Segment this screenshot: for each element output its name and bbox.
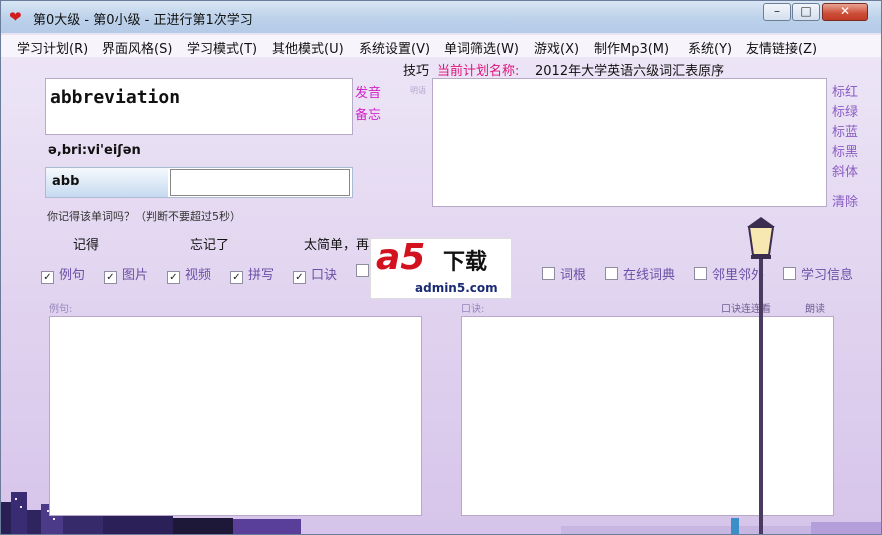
close-button[interactable]: ✕ [822, 3, 868, 21]
option-spelling[interactable]: ✓ 拼写 [230, 264, 275, 284]
option-online-dict[interactable]: 在线词典 [605, 264, 676, 283]
option-root[interactable]: 词根 [542, 264, 587, 283]
checkbox-rhyme[interactable]: ✓ [293, 271, 306, 284]
option-root-label: 词根 [560, 268, 587, 283]
checkbox-example[interactable]: ✓ [41, 271, 54, 284]
checkbox-neighbors[interactable] [694, 267, 707, 280]
menu-links[interactable]: 友情链接(Z) [746, 38, 817, 57]
menu-study-plan[interactable]: 学习计划(R) [17, 38, 88, 57]
current-plan-label: 当前计划名称: [437, 64, 520, 79]
heart-app-icon: ❤ [9, 8, 22, 26]
mark-black-button[interactable]: 标黑 [832, 141, 858, 160]
checkbox-hidden[interactable] [356, 264, 369, 277]
forgot-button[interactable]: 忘记了 [190, 234, 229, 253]
mark-blue-button[interactable]: 标蓝 [832, 121, 858, 140]
checkbox-online-dict[interactable] [605, 267, 618, 280]
option-rhyme-label: 口诀 [311, 268, 338, 283]
app-window: ❤ 第0大级 - 第0小级 - 正进行第1次学习 – □ ✕ 学习计划(R) 界… [0, 0, 882, 535]
menu-other-mode[interactable]: 其他模式(U) [272, 38, 344, 57]
a5-watermark: a5 下载 admin5.com [370, 237, 512, 299]
recall-question: 你记得该单词吗？（判断不要超过5秒） [47, 210, 241, 223]
notes-editor[interactable] [432, 78, 827, 207]
checkbox-root[interactable] [542, 267, 555, 280]
menu-study-mode[interactable]: 学习模式(T) [187, 38, 257, 57]
watermark-a5-logo: a5 [376, 237, 426, 278]
option-spelling-label: 拼写 [248, 268, 275, 283]
option-video[interactable]: ✓ 视频 [167, 264, 212, 284]
example-sentence-box[interactable] [49, 316, 422, 516]
menu-system[interactable]: 系统(Y) [688, 38, 732, 57]
watermark-url: admin5.com [415, 281, 498, 295]
menu-settings[interactable]: 系统设置(V) [359, 38, 430, 57]
maximize-button[interactable]: □ [792, 3, 820, 21]
spelling-area: abb [45, 167, 353, 198]
option-example[interactable]: ✓ 例句 [41, 264, 86, 284]
minimize-button[interactable]: – [763, 3, 791, 21]
option-example-label: 例句 [59, 268, 86, 283]
option-image[interactable]: ✓ 图片 [104, 264, 149, 284]
current-word: abbreviation [50, 87, 181, 108]
street-lamp-decoration [747, 217, 775, 534]
phonetic-text: ə,bri:vi'eiʃən [48, 143, 141, 158]
checkbox-video[interactable]: ✓ [167, 271, 180, 284]
rhyme-section-label: 口诀: [461, 304, 485, 315]
answer-input[interactable] [170, 169, 350, 196]
option-rhyme[interactable]: ✓ 口诀 [293, 264, 338, 284]
prefix-hint-box: abb [46, 168, 168, 197]
memo-link[interactable]: 备忘 [355, 104, 381, 123]
option-video-label: 视频 [185, 268, 212, 283]
pronounce-link[interactable]: 发音 [355, 82, 381, 101]
option-study-info-label: 学习信息 [801, 268, 854, 283]
main-panel: abbreviation 发音 备忘 ə,bri:vi'eiʃən abb 你记… [1, 57, 881, 534]
too-easy-button[interactable]: 太简单，再 [304, 234, 369, 253]
current-plan-name: 2012年大学英语六级词汇表原序 [535, 64, 725, 79]
menu-games[interactable]: 游戏(X) [534, 38, 579, 57]
option-study-info[interactable]: 学习信息 [783, 264, 854, 283]
remember-button[interactable]: 记得 [73, 234, 99, 253]
notes-tiny-label: 明语 [410, 86, 426, 95]
word-display: abbreviation [45, 78, 353, 135]
checkbox-study-info[interactable] [783, 267, 796, 280]
mark-red-button[interactable]: 标红 [832, 81, 858, 100]
example-section-label: 例句: [49, 304, 73, 315]
watermark-logo-text: 下载 [443, 250, 488, 275]
window-title: 第0大级 - 第0小级 - 正进行第1次学习 [33, 13, 253, 28]
menu-bar: 学习计划(R) 界面风格(S) 学习模式(T) 其他模式(U) 系统设置(V) … [1, 35, 881, 57]
checkbox-image[interactable]: ✓ [104, 271, 117, 284]
prefix-hint: abb [52, 174, 80, 189]
option-image-label: 图片 [122, 268, 149, 283]
title-bar: ❤ 第0大级 - 第0小级 - 正进行第1次学习 – □ ✕ [1, 1, 881, 33]
menu-make-mp3[interactable]: 制作Mp3(M) [594, 38, 669, 57]
mark-green-button[interactable]: 标绿 [832, 101, 858, 120]
read-aloud-link[interactable]: 朗读 [805, 300, 825, 315]
clear-button[interactable]: 清除 [832, 191, 858, 210]
menu-ui-style[interactable]: 界面风格(S) [102, 38, 172, 57]
menu-word-filter[interactable]: 单词筛选(W) [444, 38, 519, 57]
checkbox-spelling[interactable]: ✓ [230, 271, 243, 284]
italic-button[interactable]: 斜体 [832, 161, 858, 180]
tips-link[interactable]: 技巧 [403, 60, 429, 79]
option-online-dict-label: 在线词典 [623, 268, 676, 283]
